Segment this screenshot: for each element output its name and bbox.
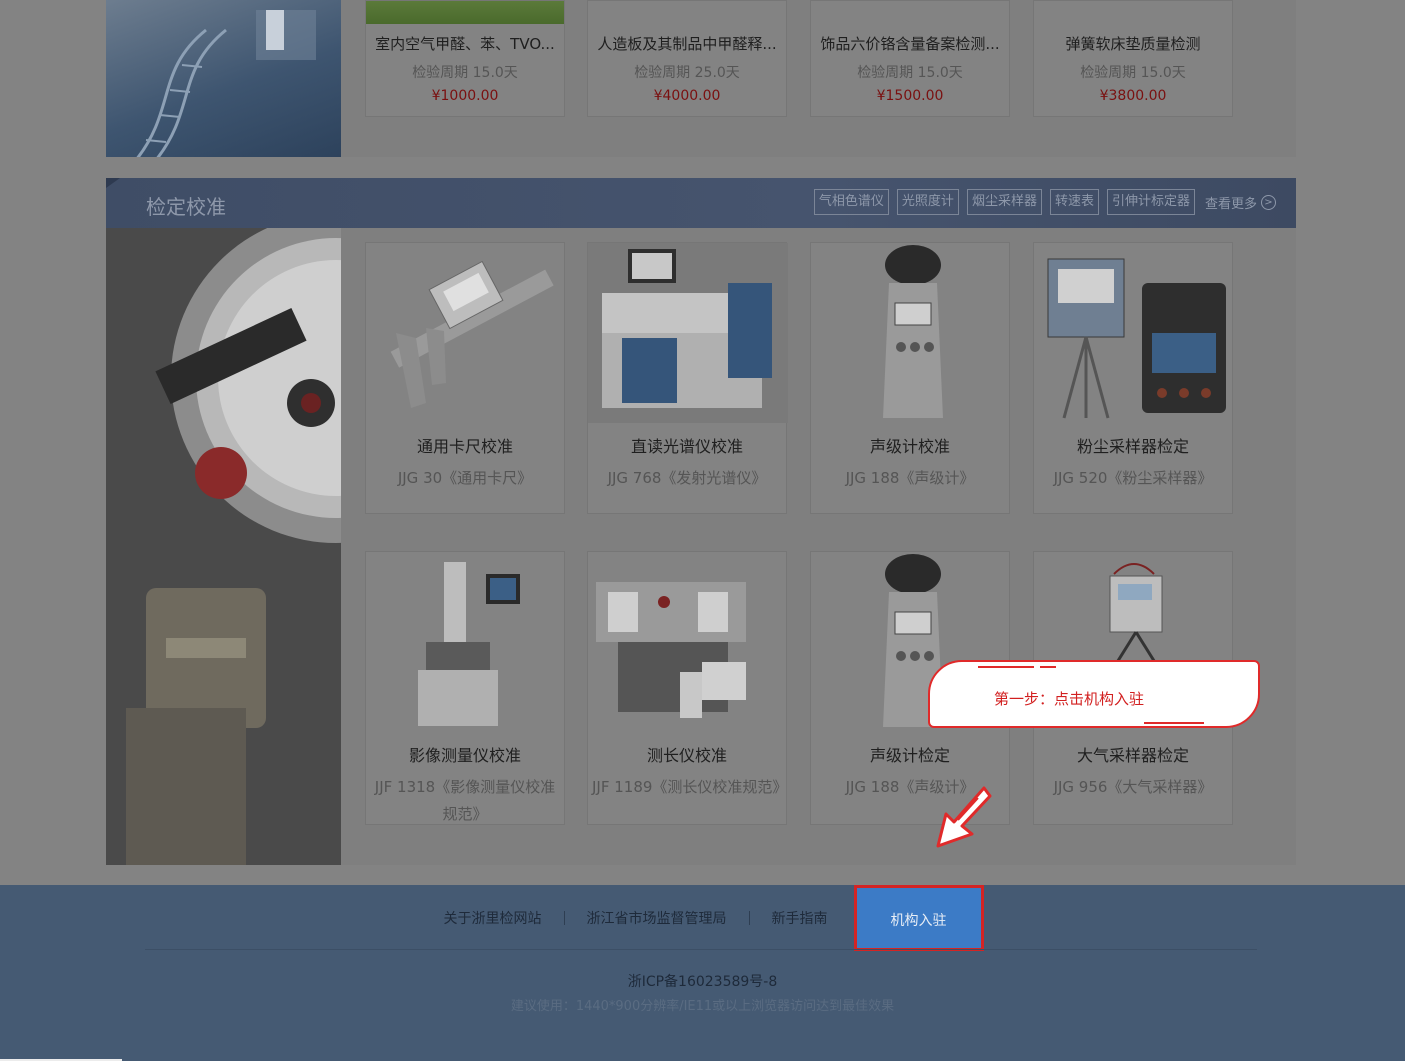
callout-dash bbox=[1040, 666, 1056, 668]
calibration-item-title: 测长仪校准 bbox=[646, 746, 727, 765]
calibration-item-title: 声级计校准 bbox=[869, 437, 950, 456]
product-card[interactable]: 人造板及其制品中甲醛释... 检验周期 25.0天 ¥4000.00 bbox=[587, 0, 787, 117]
calibration-tags: 气相色谱仪 光照度计 烟尘采样器 转速表 引伸计标定器 查看更多 > bbox=[813, 189, 1276, 215]
page-overlay: 室内空气甲醛、苯、TVO... 检验周期 15.0天 ¥1000.00 人造板及… bbox=[0, 0, 1405, 1061]
product-card[interactable]: 饰品六价铬含量备案检测... 检验周期 15.0天 ¥1500.00 bbox=[810, 0, 1010, 117]
water-meter-banner-image bbox=[106, 228, 341, 865]
water-meter-icon bbox=[106, 228, 341, 865]
footer-link-market-bureau[interactable]: 浙江省市场监督管理局 bbox=[565, 908, 749, 928]
calibration-item-title: 影像测量仪校准 bbox=[408, 746, 521, 765]
callout-dash bbox=[978, 666, 1034, 668]
footer-link-guide[interactable]: 新手指南 bbox=[750, 908, 850, 928]
calibration-section: 检定校准 气相色谱仪 光照度计 烟尘采样器 转速表 引伸计标定器 查看更多 > bbox=[106, 178, 1296, 865]
tag-extensometer-calibrator[interactable]: 引伸计标定器 bbox=[1106, 189, 1195, 215]
length-meter-image bbox=[588, 552, 788, 732]
calibration-title: 检定校准 bbox=[146, 195, 226, 219]
calibration-item-title: 粉尘采样器检定 bbox=[1076, 437, 1189, 456]
product-price: ¥4000.00 bbox=[653, 88, 721, 104]
calibration-item-standard: JJG 768《发射光谱仪》 bbox=[607, 469, 767, 487]
calibration-card[interactable]: 影像测量仪校准 JJF 1318《影像测量仪校准规范》 bbox=[365, 551, 565, 825]
calibration-header: 检定校准 气相色谱仪 光照度计 烟尘采样器 转速表 引伸计标定器 查看更多 > bbox=[106, 178, 1296, 228]
view-more-link[interactable]: 查看更多 > bbox=[1205, 193, 1276, 212]
callout-text: 第一步：点击机构入驻 bbox=[994, 690, 1145, 708]
browser-advice: 建议使用：1440*900分辨率/IE11或以上浏览器访问达到最佳效果 bbox=[510, 999, 895, 1014]
footer-link-about[interactable]: 关于浙里检网站 bbox=[422, 908, 564, 928]
product-price: ¥1500.00 bbox=[876, 88, 944, 104]
calibration-item-standard: JJF 1318《影像测量仪校准规范》 bbox=[374, 778, 556, 823]
spectrometer-icon bbox=[602, 249, 772, 408]
dust-sampler-image bbox=[1034, 243, 1234, 423]
calibration-card[interactable]: 声级计校准 JJG 188《声级计》 bbox=[810, 242, 1010, 514]
footer-nav: 关于浙里检网站 浙江省市场监督管理局 新手指南 机构入驻 bbox=[0, 885, 1405, 951]
image-measurer-icon bbox=[418, 562, 520, 726]
pointer-arrow-icon bbox=[936, 786, 992, 848]
product-period: 检验周期 15.0天 bbox=[412, 65, 518, 81]
calibration-card[interactable]: 通用卡尺校准 JJG 30《通用卡尺》 bbox=[365, 242, 565, 514]
sound-meter-image bbox=[811, 243, 1011, 423]
product-card[interactable]: 弹簧软床垫质量检测 检验周期 15.0天 ¥3800.00 bbox=[1033, 0, 1233, 117]
dust-sampler-icon bbox=[1047, 258, 1226, 419]
calibration-card[interactable]: 测长仪校准 JJF 1189《测长仪校准规范》 bbox=[587, 551, 787, 825]
product-period: 检验周期 25.0天 bbox=[634, 65, 740, 81]
icp-number[interactable]: 浙ICP备16023589号-8 bbox=[0, 971, 1405, 991]
product-period: 检验周期 15.0天 bbox=[857, 65, 963, 81]
tag-illuminance-meter[interactable]: 光照度计 bbox=[896, 189, 959, 215]
site-footer: 关于浙里检网站 浙江省市场监督管理局 新手指南 机构入驻 浙ICP备160235… bbox=[0, 885, 1405, 1061]
footer-link-institution-join[interactable]: 机构入驻 bbox=[853, 885, 984, 951]
calibration-item-standard: JJG 30《通用卡尺》 bbox=[397, 469, 533, 487]
product-period: 检验周期 15.0天 bbox=[1080, 65, 1186, 81]
spectrometer-image bbox=[588, 243, 788, 423]
product-thumbnail bbox=[366, 1, 564, 24]
product-name: 室内空气甲醛、苯、TVO... bbox=[375, 35, 555, 53]
length-meter-icon bbox=[596, 582, 746, 718]
footer-divider bbox=[145, 949, 1257, 950]
testing-section: 室内空气甲醛、苯、TVO... 检验周期 15.0天 ¥1000.00 人造板及… bbox=[106, 0, 1296, 157]
caliper-icon bbox=[390, 260, 554, 408]
product-thumbnail bbox=[1034, 1, 1232, 24]
product-thumbnail bbox=[588, 1, 786, 24]
calibration-item-title: 通用卡尺校准 bbox=[416, 437, 513, 456]
calibration-item-standard: JJG 188《声级计》 bbox=[845, 469, 975, 487]
tag-smoke-sampler[interactable]: 烟尘采样器 bbox=[966, 189, 1042, 215]
product-thumbnail bbox=[811, 1, 1009, 24]
calibration-item-title: 声级计检定 bbox=[869, 746, 950, 765]
calibration-item-standard: JJG 956《大气采样器》 bbox=[1053, 778, 1213, 796]
calibration-item-standard: JJF 1189《测长仪校准规范》 bbox=[592, 778, 788, 796]
circle-arrow-right-icon: > bbox=[1261, 194, 1276, 210]
sound-meter-icon bbox=[883, 245, 943, 418]
caliper-image bbox=[366, 243, 566, 423]
header-corner-decoration bbox=[106, 178, 120, 188]
calibration-item-standard: JJG 520《粉尘采样器》 bbox=[1053, 469, 1213, 487]
testing-banner-image bbox=[106, 0, 341, 157]
callout-dash bbox=[1144, 722, 1204, 724]
product-price: ¥1000.00 bbox=[431, 88, 499, 104]
tag-tachometer[interactable]: 转速表 bbox=[1049, 189, 1099, 215]
product-price: ¥3800.00 bbox=[1099, 88, 1167, 104]
image-measurer-image bbox=[366, 552, 566, 732]
tag-gas-chromatograph[interactable]: 气相色谱仪 bbox=[813, 189, 889, 215]
calibration-card[interactable]: 直读光谱仪校准 JJG 768《发射光谱仪》 bbox=[587, 242, 788, 514]
product-name: 人造板及其制品中甲醛释... bbox=[597, 35, 777, 53]
tutorial-callout: 第一步：点击机构入驻 bbox=[928, 660, 1260, 728]
dna-strand-icon bbox=[136, 10, 316, 157]
product-card[interactable]: 室内空气甲醛、苯、TVO... 检验周期 15.0天 ¥1000.00 bbox=[365, 0, 565, 117]
calibration-item-title: 大气采样器检定 bbox=[1076, 746, 1189, 765]
product-name: 饰品六价铬含量备案检测... bbox=[820, 35, 1000, 53]
product-name: 弹簧软床垫质量检测 bbox=[1065, 35, 1201, 53]
calibration-card[interactable]: 粉尘采样器检定 JJG 520《粉尘采样器》 bbox=[1033, 242, 1233, 514]
calibration-item-title: 直读光谱仪校准 bbox=[630, 437, 743, 456]
view-more-label: 查看更多 bbox=[1204, 196, 1257, 212]
